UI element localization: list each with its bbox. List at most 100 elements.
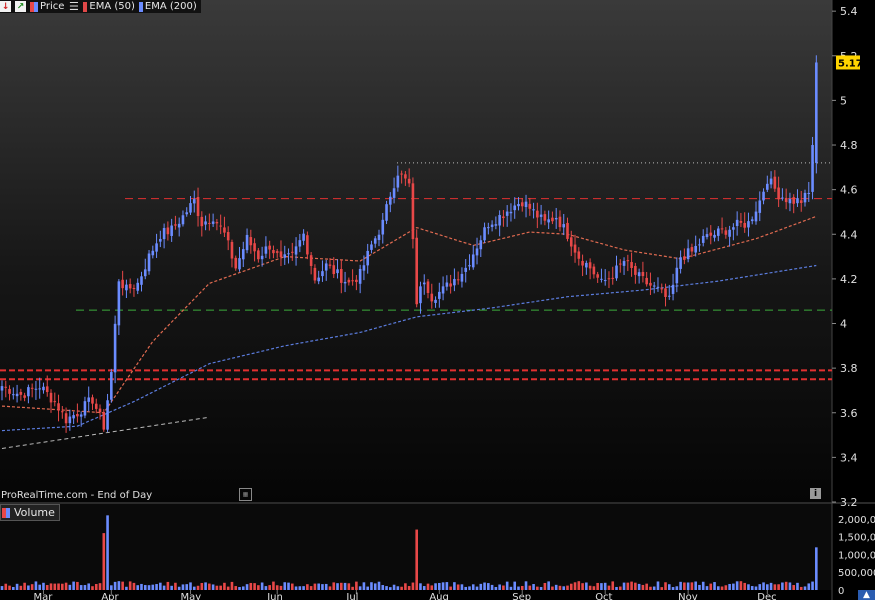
- volume-bar: [27, 585, 30, 590]
- volume-bar: [713, 582, 716, 590]
- candle-body: [543, 214, 547, 221]
- candle-body: [170, 225, 173, 236]
- candle-body: [807, 193, 811, 194]
- volume-tick-label: 0: [838, 586, 844, 597]
- candle-body: [215, 221, 219, 224]
- candle-body: [15, 393, 19, 397]
- candle-body: [475, 248, 479, 256]
- candle-body: [498, 215, 501, 226]
- volume-bar: [128, 581, 132, 590]
- volume-bar: [498, 584, 501, 590]
- candle-body: [38, 388, 41, 390]
- volume-bar: [192, 586, 196, 590]
- volume-tick-label: 2,000,000: [838, 515, 875, 526]
- volume-bar: [781, 582, 784, 590]
- candle-body: [777, 187, 780, 200]
- volume-bar: [151, 584, 155, 590]
- candle-body: [441, 286, 445, 294]
- volume-bar: [381, 585, 385, 590]
- arrow-down-icon[interactable]: ↓: [0, 1, 11, 12]
- candle-body: [460, 273, 464, 282]
- volume-bar: [268, 585, 271, 590]
- candle-body: [622, 261, 626, 266]
- candle-body: [245, 234, 249, 251]
- volume-panel-label[interactable]: Volume: [0, 504, 60, 521]
- candle-body: [524, 201, 528, 208]
- volume-bar: [260, 582, 264, 590]
- volume-bar: [803, 586, 807, 590]
- volume-bar: [253, 583, 256, 590]
- candle-body: [569, 237, 573, 247]
- volume-bar: [117, 581, 121, 590]
- volume-bar: [735, 581, 739, 590]
- volume-bar: [705, 586, 709, 590]
- candle-body: [679, 257, 682, 269]
- candle-body: [430, 293, 434, 302]
- volume-bar: [562, 586, 566, 590]
- volume-bar: [143, 585, 147, 590]
- volume-bar: [321, 584, 324, 590]
- volume-bar: [596, 582, 599, 590]
- candle-body: [147, 253, 151, 272]
- volume-bar: [230, 581, 234, 590]
- scroll-up-icon[interactable]: ▲: [858, 590, 875, 600]
- last-price-label: 5.17: [838, 58, 863, 69]
- candle-body: [456, 279, 460, 281]
- arrow-up-icon[interactable]: ↗: [15, 1, 26, 12]
- candle-body: [588, 262, 592, 269]
- candle-body: [113, 323, 117, 373]
- menu-icon[interactable]: ☰: [68, 0, 79, 13]
- volume-bar: [385, 586, 388, 590]
- price-tick-label: 4.6: [840, 184, 858, 197]
- volume-bar: [487, 583, 490, 590]
- candle-body: [140, 276, 143, 285]
- volume-bar: [758, 584, 762, 590]
- candle-body: [634, 265, 637, 275]
- volume-bar: [573, 582, 577, 590]
- price-chart[interactable]: 3.23.43.63.844.24.44.64.855.25.40500,000…: [0, 0, 875, 600]
- volume-bar: [509, 586, 513, 590]
- legend-price[interactable]: Price: [30, 1, 64, 12]
- volume-bar: [520, 585, 524, 590]
- candle-body: [671, 284, 675, 294]
- candle-body: [690, 247, 694, 252]
- candle-body: [30, 387, 34, 389]
- candle-body: [27, 387, 30, 397]
- price-tick-label: 4.4: [840, 228, 858, 241]
- volume-bar: [155, 584, 158, 590]
- candle-body: [110, 372, 113, 400]
- candle-body: [649, 282, 652, 286]
- candle-body: [253, 243, 256, 252]
- candle-body: [422, 282, 426, 285]
- volume-bar: [407, 586, 411, 590]
- calendar-icon[interactable]: ▦: [239, 488, 252, 501]
- volume-bar: [524, 581, 528, 590]
- volume-bar: [434, 583, 437, 590]
- candle-body: [603, 280, 607, 282]
- candle-body: [275, 251, 279, 253]
- candle-body: [626, 260, 630, 262]
- legend-ema200[interactable]: EMA (200): [138, 1, 197, 12]
- candle-body: [637, 272, 641, 277]
- info-icon[interactable]: i: [810, 488, 821, 499]
- volume-bar: [208, 583, 211, 590]
- volume-swatch-up: [6, 507, 10, 518]
- volume-bar: [762, 582, 765, 590]
- volume-bar: [275, 585, 279, 590]
- price-swatch-up: [34, 1, 38, 12]
- volume-bar: [211, 584, 215, 590]
- volume-bar: [42, 582, 45, 590]
- candle-body: [257, 250, 260, 260]
- legend-ema50[interactable]: EMA (50): [83, 1, 135, 12]
- candle-body: [72, 415, 75, 419]
- price-tick-label: 4.2: [840, 273, 858, 286]
- candle-body: [517, 203, 520, 207]
- candle-body: [373, 238, 377, 244]
- volume-bar: [91, 586, 94, 590]
- volume-bar: [747, 584, 750, 590]
- candle-body: [377, 234, 381, 241]
- volume-bar: [637, 583, 641, 590]
- volume-bar: [532, 584, 535, 590]
- volume-bar: [641, 584, 645, 590]
- candle-body: [675, 267, 679, 284]
